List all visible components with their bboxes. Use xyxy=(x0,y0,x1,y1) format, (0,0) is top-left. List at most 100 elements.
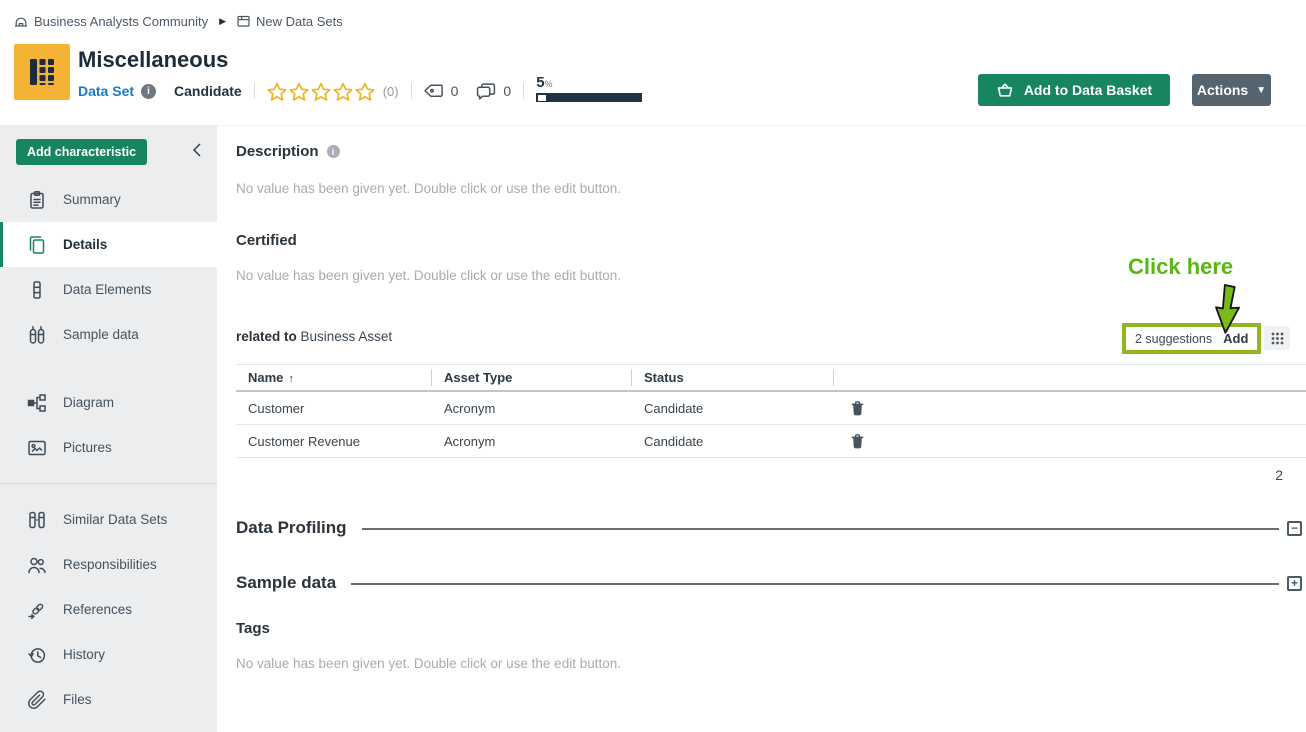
add-to-basket-label: Add to Data Basket xyxy=(1024,82,1152,98)
certified-heading: Certified xyxy=(236,232,297,249)
sidebar: Add characteristic Summary Details Data … xyxy=(0,125,217,732)
sidebar-item-label: Files xyxy=(63,692,92,707)
section-rule xyxy=(351,583,1279,585)
star-icon xyxy=(267,82,287,101)
relation-heading: related to Business Asset xyxy=(236,329,392,344)
data-set-asset-icon xyxy=(14,44,70,100)
certified-title: Certified xyxy=(236,232,297,249)
sidebar-item-summary[interactable]: Summary xyxy=(0,177,217,222)
cell-asset-type: Acronym xyxy=(432,401,632,416)
sidebar-item-diagram[interactable]: Diagram xyxy=(0,380,217,425)
info-icon[interactable]: i xyxy=(141,84,156,99)
comments-icon xyxy=(476,83,496,100)
column-header-status[interactable]: Status xyxy=(632,369,834,386)
sidebar-item-pictures[interactable]: Pictures xyxy=(0,425,217,470)
collibra-asset-page: Business Analysts Community ▶ New Data S… xyxy=(0,0,1306,732)
sidebar-item-history[interactable]: History xyxy=(0,632,217,677)
chevron-down-icon: ▼ xyxy=(1256,85,1266,96)
relations-table: Name↑ Asset Type Status Customer Acronym… xyxy=(236,364,1306,458)
breadcrumb-community-label: Business Analysts Community xyxy=(34,14,208,29)
cell-status: Candidate xyxy=(632,434,834,449)
sidebar-item-references[interactable]: References xyxy=(0,587,217,632)
breadcrumb-domain-link[interactable]: New Data Sets xyxy=(237,14,343,29)
breadcrumb-community-link[interactable]: Business Analysts Community xyxy=(14,14,208,29)
tags-counter[interactable]: 0 xyxy=(424,83,459,99)
trash-icon xyxy=(850,433,865,450)
rating-count: (0) xyxy=(383,84,399,99)
collapse-sidebar-icon[interactable] xyxy=(191,142,203,163)
description-heading: Description i xyxy=(236,143,340,160)
table-view-options-button[interactable] xyxy=(1264,326,1290,350)
sidebar-item-label: Diagram xyxy=(63,395,114,410)
table-row[interactable]: Customer Revenue Acronym Candidate xyxy=(236,425,1306,458)
sidebar-item-files[interactable]: Files xyxy=(0,677,217,722)
cell-status: Candidate xyxy=(632,401,834,416)
cell-name[interactable]: Customer xyxy=(236,401,432,416)
link-icon xyxy=(26,600,48,620)
sidebar-item-responsibilities[interactable]: Responsibilities xyxy=(0,542,217,587)
actions-label: Actions xyxy=(1197,82,1248,98)
progress-bar xyxy=(536,93,642,102)
add-characteristic-button[interactable]: Add characteristic xyxy=(16,139,147,165)
delete-relation-button[interactable] xyxy=(850,433,865,450)
trash-icon xyxy=(850,400,865,417)
info-icon[interactable]: i xyxy=(327,145,340,158)
cell-name[interactable]: Customer Revenue xyxy=(236,434,432,449)
delete-relation-button[interactable] xyxy=(850,400,865,417)
sample-tubes-icon xyxy=(26,325,48,345)
divider xyxy=(411,83,412,99)
certified-placeholder[interactable]: No value has been given yet. Double clic… xyxy=(236,268,621,283)
star-icon xyxy=(289,82,309,101)
relation-target-type: Business Asset xyxy=(301,329,393,344)
sidebar-nav: Summary Details Data Elements Sample dat… xyxy=(0,177,217,722)
sidebar-item-similar-data-sets[interactable]: Similar Data Sets xyxy=(0,497,217,542)
sidebar-item-label: History xyxy=(63,647,105,662)
table-total-count: 2 xyxy=(1257,467,1283,483)
sidebar-item-label: Data Elements xyxy=(63,282,152,297)
collapse-minus-icon[interactable]: − xyxy=(1287,521,1302,536)
column-header-actions xyxy=(834,369,1306,386)
cell-asset-type: Acronym xyxy=(432,434,632,449)
table-row[interactable]: Customer Acronym Candidate xyxy=(236,392,1306,425)
tag-icon xyxy=(424,84,444,98)
domain-icon xyxy=(237,14,250,28)
add-to-data-basket-button[interactable]: Add to Data Basket xyxy=(978,74,1170,106)
star-icon xyxy=(333,82,353,101)
progress-fill xyxy=(538,95,546,101)
comments-counter[interactable]: 0 xyxy=(476,83,511,100)
paperclip-icon xyxy=(26,690,48,710)
sidebar-item-sample-data[interactable]: Sample data xyxy=(0,312,217,357)
divider xyxy=(254,83,255,99)
breadcrumb-separator-icon: ▶ xyxy=(219,16,226,27)
completeness-indicator: 5% xyxy=(536,76,642,102)
section-rule xyxy=(362,528,1279,530)
table-header-row: Name↑ Asset Type Status xyxy=(236,365,1306,392)
grid-icon xyxy=(1271,332,1284,345)
column-header-name[interactable]: Name↑ xyxy=(236,369,432,386)
description-placeholder[interactable]: No value has been given yet. Double clic… xyxy=(236,181,621,196)
asset-type-link[interactable]: Data Set xyxy=(78,83,134,99)
sidebar-item-label: Similar Data Sets xyxy=(63,512,167,527)
relation-name: related to xyxy=(236,329,297,344)
section-data-profiling: Data Profiling − xyxy=(236,518,1302,538)
asset-header: Miscellaneous Data Set i Candidate (0) 0… xyxy=(0,42,1306,125)
actions-button[interactable]: Actions ▼ xyxy=(1192,74,1271,106)
picture-icon xyxy=(26,438,48,458)
expand-plus-icon[interactable]: + xyxy=(1287,576,1302,591)
asset-meta-row: Data Set i Candidate (0) 0 0 xyxy=(78,78,642,104)
column-header-asset-type[interactable]: Asset Type xyxy=(432,369,632,386)
tags-heading: Tags xyxy=(236,620,270,637)
page-title: Miscellaneous xyxy=(78,47,228,73)
data-column-icon xyxy=(26,280,48,300)
breadcrumb-domain-label: New Data Sets xyxy=(256,14,343,29)
section-title: Data Profiling xyxy=(236,518,347,538)
rating-stars[interactable] xyxy=(267,82,375,101)
sidebar-item-data-elements[interactable]: Data Elements xyxy=(0,267,217,312)
tags-placeholder[interactable]: No value has been given yet. Double clic… xyxy=(236,656,621,671)
divider xyxy=(523,83,524,99)
sidebar-item-details[interactable]: Details xyxy=(0,222,217,267)
suggestions-count-label: 2 suggestions xyxy=(1135,332,1212,346)
history-clock-icon xyxy=(26,645,48,665)
details-pane: Description i No value has been given ye… xyxy=(217,125,1306,732)
similar-columns-icon xyxy=(26,510,48,530)
